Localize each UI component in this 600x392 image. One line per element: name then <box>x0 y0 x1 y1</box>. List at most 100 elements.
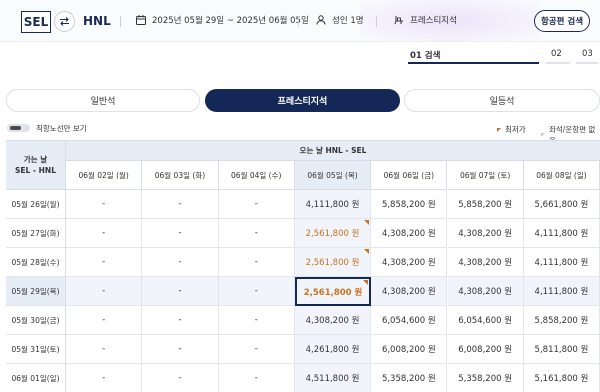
cabin-text: 프레스티지석 <box>410 16 457 26</box>
cabin-selector[interactable]: 프레스티지석 <box>394 14 457 26</box>
fare-cell[interactable]: 4,111,800 원 <box>523 219 600 248</box>
step-1: 01 검색 <box>410 51 441 61</box>
fare-cell: - <box>218 248 295 277</box>
fare-price: 6,054,600 원 <box>381 316 436 326</box>
return-header: 오는 날 HNL - SEL <box>66 141 600 161</box>
fare-cell[interactable]: 4,308,200 원 <box>371 248 448 277</box>
fare-cell[interactable]: 4,308,200 원 <box>447 248 524 277</box>
fare-price: 4,111,800 원 <box>305 200 360 210</box>
fare-cell: - <box>142 306 219 335</box>
fare-price: - <box>254 373 258 383</box>
fare-price: 6,054,600 원 <box>458 316 513 326</box>
tab-prestige[interactable]: 프레스티지석 <box>205 89 400 112</box>
direct-only-toggle[interactable] <box>7 124 30 132</box>
fare-cell: - <box>218 219 295 248</box>
fare-cell[interactable]: 5,358,200 원 <box>448 364 524 392</box>
outbound-label: 가는 날 <box>23 155 48 164</box>
fare-price: - <box>102 315 106 325</box>
fare-cell: - <box>218 306 295 335</box>
fare-cell: - <box>66 190 143 219</box>
fare-cell[interactable]: 6,008,200 원 <box>447 335 524 364</box>
fare-cell[interactable]: 4,308,200 원 <box>371 277 448 306</box>
fare-price: 2,561,800 원 <box>305 258 360 268</box>
fare-cell[interactable]: 5,858,200 원 <box>523 306 600 335</box>
fare-price: - <box>254 257 258 267</box>
return-date-column-header: 06월 08일 (일) <box>523 161 600 190</box>
divider <box>120 16 121 27</box>
fare-price: 4,111,800 원 <box>534 229 589 239</box>
fare-price: 4,111,800 원 <box>534 258 589 268</box>
fare-price: 4,511,800 원 <box>305 374 360 384</box>
fare-cell[interactable]: 5,358,200 원 <box>371 364 448 392</box>
passenger-selector[interactable]: 성인 1명 <box>316 14 364 26</box>
fare-cell[interactable]: 4,511,800 원 <box>294 364 372 392</box>
fare-cell[interactable]: 6,008,200 원 <box>371 335 448 364</box>
fare-cell[interactable]: 4,308,200 원 <box>447 219 524 248</box>
fare-cell[interactable]: 2,561,800 원 <box>294 248 372 277</box>
fare-cell[interactable]: 4,111,800 원 <box>294 190 372 219</box>
fare-cell: - <box>66 335 143 364</box>
fare-cell[interactable]: 4,111,800 원 <box>523 248 600 277</box>
fare-cell: - <box>142 248 219 277</box>
outbound-date-row-header: 05월 29일(목) <box>6 277 66 306</box>
step-1-progress <box>408 62 539 64</box>
fare-cell[interactable]: 2,561,800 원 <box>294 219 372 248</box>
fare-cell[interactable]: 6,054,600 원 <box>371 306 448 335</box>
fare-cell[interactable]: 6,054,600 원 <box>447 306 524 335</box>
fare-cell: - <box>142 219 219 248</box>
fare-cell: - <box>142 364 219 392</box>
return-date-column-header: 06월 07일 (토) <box>447 161 524 190</box>
origin-airport[interactable]: SEL <box>21 11 51 33</box>
fare-cell[interactable]: 4,308,200 원 <box>371 219 448 248</box>
tab-economy[interactable]: 일반석 <box>6 89 200 112</box>
fare-price: 5,661,800 원 <box>534 200 589 210</box>
fare-cell[interactable]: 4,308,200 원 <box>294 306 372 335</box>
fare-cell[interactable]: 5,661,800 원 <box>523 190 600 219</box>
fare-cell[interactable]: 5,858,200 원 <box>371 190 448 219</box>
lowest-price-flag-icon <box>364 249 370 254</box>
fare-cell[interactable]: 4,308,200 원 <box>447 277 524 306</box>
lowest-marker-icon <box>497 127 501 132</box>
flight-search-button[interactable]: 항공편 검색 <box>534 10 590 32</box>
fare-price: 5,858,200 원 <box>458 200 513 210</box>
seat-icon <box>394 16 403 25</box>
fare-calendar-grid: 가는 날 SEL - HNL 오는 날 HNL - SEL 06월 02일 (월… <box>6 140 600 392</box>
person-icon <box>316 15 326 25</box>
fare-cell[interactable]: 4,111,800 원 <box>523 277 600 306</box>
grid-corner: 가는 날 SEL - HNL <box>6 141 66 190</box>
fare-cell[interactable]: 4,261,800 원 <box>294 335 372 364</box>
outbound-date-row-header: 05월 28일(수) <box>6 248 66 277</box>
fare-price: 5,161,800 원 <box>534 374 589 384</box>
step-2: 02 <box>551 49 562 59</box>
fare-price: - <box>102 257 106 267</box>
fare-cell: - <box>218 277 295 306</box>
fare-price: 4,308,200 원 <box>381 258 436 268</box>
fare-cell[interactable]: 5,858,200 원 <box>447 190 524 219</box>
fare-cell: - <box>66 364 143 392</box>
fare-cell[interactable]: 5,161,800 원 <box>524 364 600 392</box>
fare-price: - <box>178 344 182 354</box>
legend-lowest: 최저가 <box>497 124 526 135</box>
top-search-bar: SEL HNL 2025년 05월 29일 ~ 2025년 06월 05일 성인… <box>0 0 600 42</box>
tab-first[interactable]: 일등석 <box>404 89 600 112</box>
fare-price: 5,358,200 원 <box>458 374 513 384</box>
fare-cell[interactable]: 2,561,800 원 <box>294 277 372 306</box>
step-3-progress <box>576 62 598 64</box>
step-2-progress <box>546 62 570 64</box>
fare-cell: - <box>66 277 143 306</box>
unavailable-marker-icon <box>541 133 545 137</box>
step-3: 03 <box>582 49 593 59</box>
fare-price: 5,858,200 원 <box>381 200 436 210</box>
calendar-icon <box>136 15 146 25</box>
fare-price: 6,008,200 원 <box>381 345 436 355</box>
destination-airport[interactable]: HNL <box>83 14 111 28</box>
fare-price: 2,561,800 원 <box>305 229 360 239</box>
swap-icon <box>60 17 69 26</box>
swap-route-button[interactable] <box>54 11 75 32</box>
fare-cell: - <box>218 335 295 364</box>
fare-cell[interactable]: 5,811,800 원 <box>523 335 600 364</box>
divider <box>376 16 377 27</box>
date-range-selector[interactable]: 2025년 05월 29일 ~ 2025년 06월 05일 <box>136 14 309 26</box>
legend-lowest-label: 최저가 <box>505 125 526 134</box>
fare-price: - <box>178 373 182 383</box>
